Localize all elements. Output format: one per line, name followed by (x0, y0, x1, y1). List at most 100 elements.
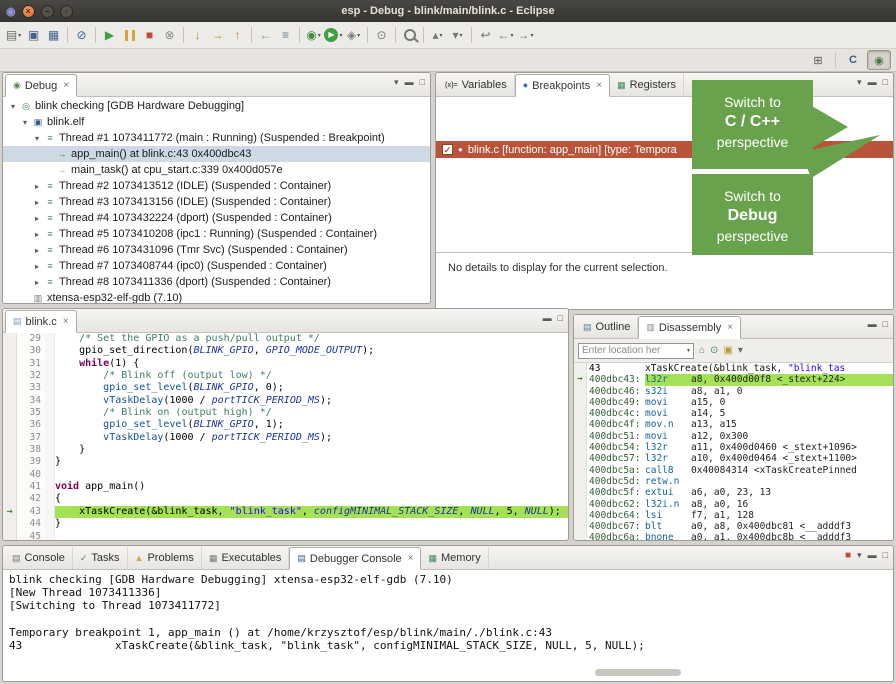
disasm-row[interactable]: 400dbc64:lsif7, a1, 128 (587, 510, 893, 521)
breakpoints-view-minimize-icon[interactable]: ▬ (868, 78, 877, 87)
debug-tree-item[interactable]: ▸≡Thread #2 1073413512 (IDLE) (Suspended… (3, 178, 430, 194)
debug-tree-item[interactable]: →app_main() at blink.c:43 0x400dbc43 (3, 146, 430, 162)
code-line[interactable]: while(1) { (55, 358, 568, 370)
disasm-row[interactable]: 400dbc5a:call80x40084314 <xTaskCreatePin… (587, 465, 893, 476)
tree-collapsed-icon[interactable]: ▸ (31, 198, 43, 207)
line-number[interactable]: 38 (17, 444, 41, 456)
disasm-row[interactable]: 400dbc49:movia15, 0 (587, 397, 893, 408)
annotation-ruler-line[interactable] (3, 407, 16, 419)
disasm-source-line[interactable]: 43xTaskCreate(&blink_task, "blink_tas (587, 363, 893, 374)
console-minimize-icon[interactable]: ▬ (868, 551, 877, 560)
annotation-ruler-line[interactable] (3, 444, 16, 456)
resume-button[interactable]: ▶ (100, 25, 119, 45)
save-button[interactable]: ▣ (24, 25, 43, 45)
disasm-tab-outline[interactable]: ▤Outline (576, 316, 638, 338)
line-number[interactable]: 34 (17, 395, 41, 407)
breakpoints-view-maximize-icon[interactable]: □ (883, 78, 888, 87)
open-perspective-button[interactable]: ⊞ (807, 51, 829, 69)
location-input[interactable]: Enter location her ▾ (578, 343, 694, 359)
debug-tree-item[interactable]: ▾◎blink checking [GDB Hardware Debugging… (3, 98, 430, 114)
right-tab-registers[interactable]: ▦Registers (610, 74, 684, 96)
annotation-ruler-line[interactable] (3, 456, 16, 468)
disasm-row[interactable]: 400dbc62:l32i.na8, a0, 16 (587, 499, 893, 510)
disasm-row[interactable]: 400dbc67:blta0, a8, 0x400dbc81 <__adddf3 (587, 521, 893, 532)
drop-to-frame-button[interactable]: ← (256, 25, 275, 45)
disconnect-button[interactable]: ⊗ (160, 25, 179, 45)
disassembly-minimize-icon[interactable]: ▬ (868, 320, 877, 329)
window-close-button[interactable]: × (22, 5, 35, 18)
forward-button[interactable]: →▾ (516, 25, 535, 45)
build-button[interactable]: ⊙ (372, 25, 391, 45)
pin-icon[interactable]: ▣ (723, 346, 732, 356)
annotation-ruler-line[interactable] (3, 370, 16, 382)
tree-collapsed-icon[interactable]: ▸ (31, 278, 43, 287)
code-line[interactable]: xTaskCreate(&blink_task, "blink_task", c… (55, 506, 568, 518)
tree-expanded-icon[interactable]: ▾ (31, 134, 43, 143)
cpp-perspective-button[interactable]: C (842, 51, 864, 69)
disassembly-menu-icon[interactable]: ▾ (738, 346, 743, 356)
annotation-ruler-line[interactable] (3, 432, 16, 444)
code-line[interactable]: gpio_set_level(BLINK_GPIO, 0); (55, 382, 568, 394)
annotation-ruler-line[interactable] (3, 493, 16, 505)
line-number[interactable]: 42 (17, 493, 41, 505)
disasm-row[interactable]: 400dbc4c:movia14, 5 (587, 408, 893, 419)
editor-line-numbers[interactable]: 2930313233343536373839404142434445 (17, 333, 45, 540)
console-tab-tasks[interactable]: ✓Tasks (73, 547, 128, 569)
line-number[interactable]: 41 (17, 481, 41, 493)
skip-all-breakpoints-button[interactable]: ⊘ (72, 25, 91, 45)
next-annotation-button[interactable]: ▾▾ (448, 25, 467, 45)
tree-collapsed-icon[interactable]: ▸ (31, 262, 43, 271)
search-button[interactable] (400, 25, 419, 45)
tree-collapsed-icon[interactable]: ▸ (31, 246, 43, 255)
debug-view-menu-icon[interactable]: ▾ (394, 78, 399, 87)
line-number[interactable]: 31 (17, 358, 41, 370)
disasm-row[interactable]: 400dbc6a:bnonea0, a1, 0x400dbc8b <__addd… (587, 532, 893, 540)
console-tab-executables[interactable]: ▦Executables (202, 547, 289, 569)
new-wizard-button[interactable]: ▤▾ (4, 25, 23, 45)
line-number[interactable]: 33 (17, 382, 41, 394)
debug-tree-item[interactable]: ▸≡Thread #8 1073411336 (dport) (Suspende… (3, 274, 430, 290)
disasm-row[interactable]: 400dbc4f:mov.na13, a15 (587, 419, 893, 430)
debug-view-minimize-icon[interactable]: ▬ (405, 78, 414, 87)
tree-collapsed-icon[interactable]: ▸ (31, 230, 43, 239)
console-maximize-icon[interactable]: □ (883, 551, 888, 560)
code-line[interactable]: void app_main() (55, 481, 568, 493)
disasm-row[interactable]: 400dbc54:l32ra11, 0x400d0460 <_stext+109… (587, 442, 893, 453)
code-line[interactable]: /* Blink off (output low) */ (55, 370, 568, 382)
instruction-stepping-button[interactable]: ≡ (276, 25, 295, 45)
external-tools-button[interactable]: ◈▾ (344, 25, 363, 45)
debug-tree-item[interactable]: ▥xtensa-esp32-elf-gdb (7.10) (3, 290, 430, 303)
disasm-row[interactable]: 400dbc5d:retw.n (587, 476, 893, 487)
line-number[interactable]: 37 (17, 432, 41, 444)
step-into-button[interactable]: ↓ (188, 25, 207, 45)
line-number[interactable]: 43 (17, 506, 41, 518)
line-number[interactable]: 40 (17, 469, 41, 481)
close-icon[interactable]: × (63, 80, 69, 91)
home-icon[interactable]: ⌂ (699, 346, 705, 356)
tree-expanded-icon[interactable]: ▾ (19, 118, 31, 127)
console-tab-debugger-console[interactable]: ▤Debugger Console× (289, 547, 421, 570)
line-number[interactable]: 29 (17, 333, 41, 345)
code-line[interactable]: { (55, 493, 568, 505)
disassembly-maximize-icon[interactable]: □ (883, 320, 888, 329)
close-icon[interactable]: × (408, 553, 414, 564)
debug-tree-item[interactable]: ▾▣blink.elf (3, 114, 430, 130)
code-line[interactable]: vTaskDelay(1000 / portTICK_PERIOD_MS); (55, 395, 568, 407)
annotation-ruler-line[interactable] (3, 358, 16, 370)
tree-expanded-icon[interactable]: ▾ (7, 102, 19, 111)
window-maximize-button[interactable]: ▫ (60, 5, 73, 18)
code-line[interactable]: } (55, 444, 568, 456)
code-line[interactable] (55, 469, 568, 481)
code-line[interactable]: vTaskDelay(1000 / portTICK_PERIOD_MS); (55, 432, 568, 444)
line-number[interactable]: 45 (17, 531, 41, 541)
previous-annotation-button[interactable]: ▴▾ (428, 25, 447, 45)
console-view-menu-icon[interactable]: ▾ (857, 551, 862, 560)
terminate-button[interactable]: ■ (140, 25, 159, 45)
annotation-ruler-line[interactable] (3, 345, 16, 357)
code-line[interactable]: } (55, 518, 568, 530)
close-icon[interactable]: × (596, 80, 602, 91)
instruction-pointer-icon[interactable]: → (3, 506, 16, 518)
code-line[interactable]: } (55, 456, 568, 468)
save-all-button[interactable]: ▦ (44, 25, 63, 45)
debug-tree-item[interactable]: ▸≡Thread #4 1073432224 (dport) (Suspende… (3, 210, 430, 226)
